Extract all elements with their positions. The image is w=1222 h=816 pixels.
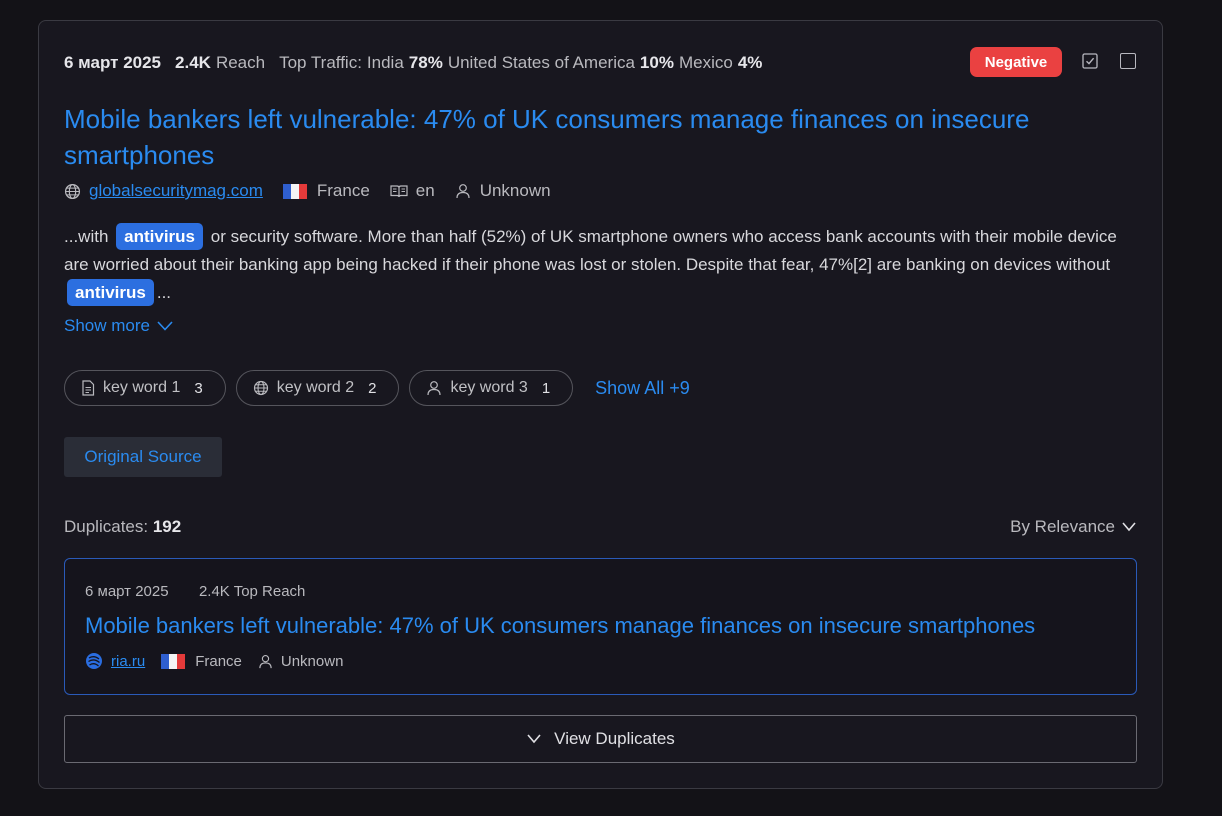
duplicates-count: Duplicates: 192	[64, 517, 181, 537]
traffic-percent: 78%	[408, 53, 443, 72]
duplicates-number: 192	[152, 517, 182, 536]
source-country: France	[316, 181, 370, 200]
keyword-label: key word 3	[450, 379, 528, 396]
user-icon	[427, 381, 442, 396]
top-traffic-label: Top Traffic:	[279, 53, 362, 72]
source-language: en	[415, 181, 435, 200]
mention-title[interactable]: Mobile bankers left vulnerable: 47% of U…	[64, 101, 1124, 173]
traffic-country: India	[366, 53, 404, 72]
duplicate-date: 6 март 2025	[85, 583, 169, 600]
source-domain-link[interactable]: globalsecuritymag.com	[89, 181, 263, 201]
user-icon	[456, 184, 470, 199]
france-flag-icon	[282, 183, 307, 199]
keyword-chips: key word 1 3 key word 2 2 key word 3 1 S…	[64, 370, 690, 406]
duplicate-title[interactable]: Mobile bankers left vulnerable: 47% of U…	[85, 613, 1035, 639]
show-all-keywords-link[interactable]: Show All +9	[595, 378, 690, 399]
traffic-country: United States of America	[447, 53, 635, 72]
snippet-text: or security software. More than half (52…	[64, 227, 1117, 274]
france-flag-icon	[161, 653, 186, 669]
keyword-count: 2	[368, 379, 377, 397]
keyword-highlight: antivirus	[116, 223, 203, 250]
duplicates-header: Duplicates: 192 By Relevance	[64, 517, 1137, 537]
reach-value: 2.4K	[175, 53, 211, 72]
traffic-country: Mexico	[678, 53, 733, 72]
keyword-chip[interactable]: key word 3 1	[409, 370, 574, 406]
duplicate-author: Unknown	[280, 652, 344, 670]
keyword-count: 1	[541, 379, 551, 397]
duplicate-meta: 6 март 2025 2.4K Top Reach	[85, 583, 305, 600]
keyword-highlight: antivirus	[67, 279, 154, 306]
mention-card: 6 март 2025 2.4K Reach Top Traffic: Indi…	[38, 20, 1163, 789]
duplicate-source-row: ria.ru France Unknown	[85, 652, 343, 670]
duplicate-domain-link[interactable]: ria.ru	[111, 653, 145, 670]
view-duplicates-label: View Duplicates	[554, 729, 675, 748]
duplicate-country: France	[195, 652, 242, 670]
duplicate-item[interactable]: 6 март 2025 2.4K Top Reach Mobile banker…	[64, 558, 1137, 695]
select-checkbox[interactable]	[1120, 53, 1136, 69]
book-icon	[390, 184, 408, 197]
ria-logo-icon	[86, 653, 102, 669]
keyword-chip[interactable]: key word 2 2	[235, 370, 400, 406]
keyword-label: key word 2	[276, 379, 355, 396]
traffic-percent: 10%	[639, 53, 674, 72]
original-source-button[interactable]: Original Source	[64, 437, 222, 477]
chevron-down-icon	[527, 734, 541, 744]
show-more-label: Show more	[64, 316, 150, 335]
snippet-text: ...with	[64, 227, 109, 246]
user-icon	[259, 654, 272, 668]
globe-icon	[64, 183, 81, 199]
view-duplicates-button[interactable]: View Duplicates	[64, 715, 1137, 763]
checkbox-checked-icon[interactable]	[1082, 53, 1098, 69]
traffic-percent: 4%	[737, 53, 763, 72]
keyword-chip[interactable]: key word 1 3	[64, 370, 226, 406]
mention-snippet: ...with antivirus or security software. …	[64, 223, 1139, 307]
document-icon	[82, 380, 95, 396]
sort-dropdown[interactable]: By Relevance	[1010, 517, 1137, 537]
sort-label: By Relevance	[1010, 517, 1115, 536]
snippet-text: ...	[156, 283, 172, 302]
reach-label: Reach	[215, 53, 266, 72]
duplicate-reach: 2.4K Top Reach	[198, 583, 306, 600]
duplicates-label: Duplicates:	[64, 517, 149, 536]
sentiment-badge[interactable]: Negative	[970, 47, 1062, 77]
chevron-down-icon	[157, 321, 173, 331]
keyword-label: key word 1	[103, 379, 181, 396]
chevron-down-icon	[1122, 522, 1136, 532]
mention-date: 6 март 2025	[64, 53, 162, 72]
source-row: globalsecuritymag.com France en Unknown	[64, 181, 551, 201]
keyword-count: 3	[194, 379, 203, 397]
source-author: Unknown	[479, 181, 551, 200]
show-more-link[interactable]: Show more	[64, 316, 174, 336]
globe-icon	[253, 380, 268, 396]
